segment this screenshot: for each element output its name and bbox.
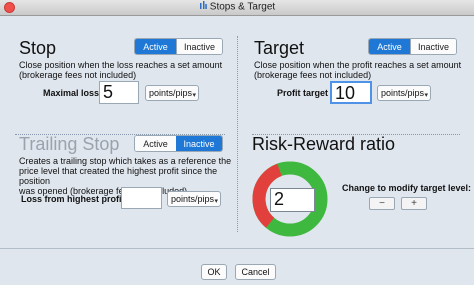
- trailing-unit-select[interactable]: points/pips ▾: [167, 191, 221, 207]
- risk-reward-heading: Risk-Reward ratio: [252, 134, 396, 154]
- target-description-line: (brokerage fees not included): [254, 70, 372, 80]
- stop-description-line: (brokerage fees not included): [19, 70, 137, 80]
- chevron-updown-icon: ▾: [424, 92, 428, 99]
- loss-from-highest-profit-input[interactable]: [121, 187, 162, 209]
- target-inactive-button[interactable]: Inactive: [410, 39, 456, 54]
- target-unit-value: points/pips: [381, 88, 425, 98]
- trailing-unit-value: points/pips: [171, 194, 215, 204]
- chart-app-icon: [199, 1, 207, 13]
- profit-target-input[interactable]: 10: [330, 81, 372, 104]
- trailing-stop-toggle: Active Inactive: [134, 135, 223, 152]
- chevron-updown-icon: ▾: [214, 198, 218, 205]
- stop-description-line: Close position when the loss reaches a s…: [19, 60, 223, 70]
- target-description: Close position when the profit reaches a…: [254, 60, 464, 80]
- stop-heading: Stop: [19, 38, 57, 58]
- trailing-description-line: Creates a trailing stop which takes as a…: [19, 156, 232, 166]
- target-heading: Target: [254, 38, 305, 58]
- target-toggle: Active Inactive: [368, 38, 457, 55]
- profit-target-label: Profit target :: [277, 88, 334, 98]
- increase-ratio-button[interactable]: +: [401, 197, 427, 210]
- stop-description: Close position when the loss reaches a s…: [19, 60, 229, 80]
- stop-unit-value: points/pips: [149, 88, 193, 98]
- stop-inactive-button[interactable]: Inactive: [176, 39, 222, 54]
- trailing-stop-heading: Trailing Stop: [19, 134, 120, 154]
- maximal-loss-label: Maximal loss :: [43, 88, 105, 98]
- change-target-label: Change to modify target level:: [342, 183, 472, 193]
- stop-toggle: Active Inactive: [134, 38, 223, 55]
- stop-active-button[interactable]: Active: [135, 39, 176, 54]
- window-titlebar: Stops & Target: [0, 0, 474, 16]
- target-description-line: Close position when the profit reaches a…: [254, 60, 462, 70]
- trailing-active-button[interactable]: Active: [135, 136, 176, 151]
- loss-from-highest-profit-label: Loss from highest profit :: [21, 194, 130, 204]
- maximal-loss-input[interactable]: 5: [99, 81, 139, 104]
- stop-unit-select[interactable]: points/pips ▾: [145, 85, 199, 101]
- trailing-description-line: price level that created the highest pro…: [19, 166, 218, 186]
- window-title: Stops & Target: [0, 1, 474, 13]
- stops-target-dialog: Stop Active Inactive Close position when…: [0, 16, 474, 285]
- trailing-inactive-button[interactable]: Inactive: [176, 136, 222, 151]
- cancel-button[interactable]: Cancel: [235, 264, 276, 280]
- ratio-input[interactable]: 2: [270, 188, 315, 212]
- chevron-updown-icon: ▾: [192, 92, 196, 99]
- target-unit-select[interactable]: points/pips ▾: [377, 85, 431, 101]
- footer-divider: [0, 248, 474, 249]
- window-title-text: Stops & Target: [209, 1, 276, 13]
- target-active-button[interactable]: Active: [369, 39, 410, 54]
- ok-button[interactable]: OK: [201, 264, 227, 280]
- vertical-divider: [237, 36, 239, 232]
- decrease-ratio-button[interactable]: −: [369, 197, 395, 210]
